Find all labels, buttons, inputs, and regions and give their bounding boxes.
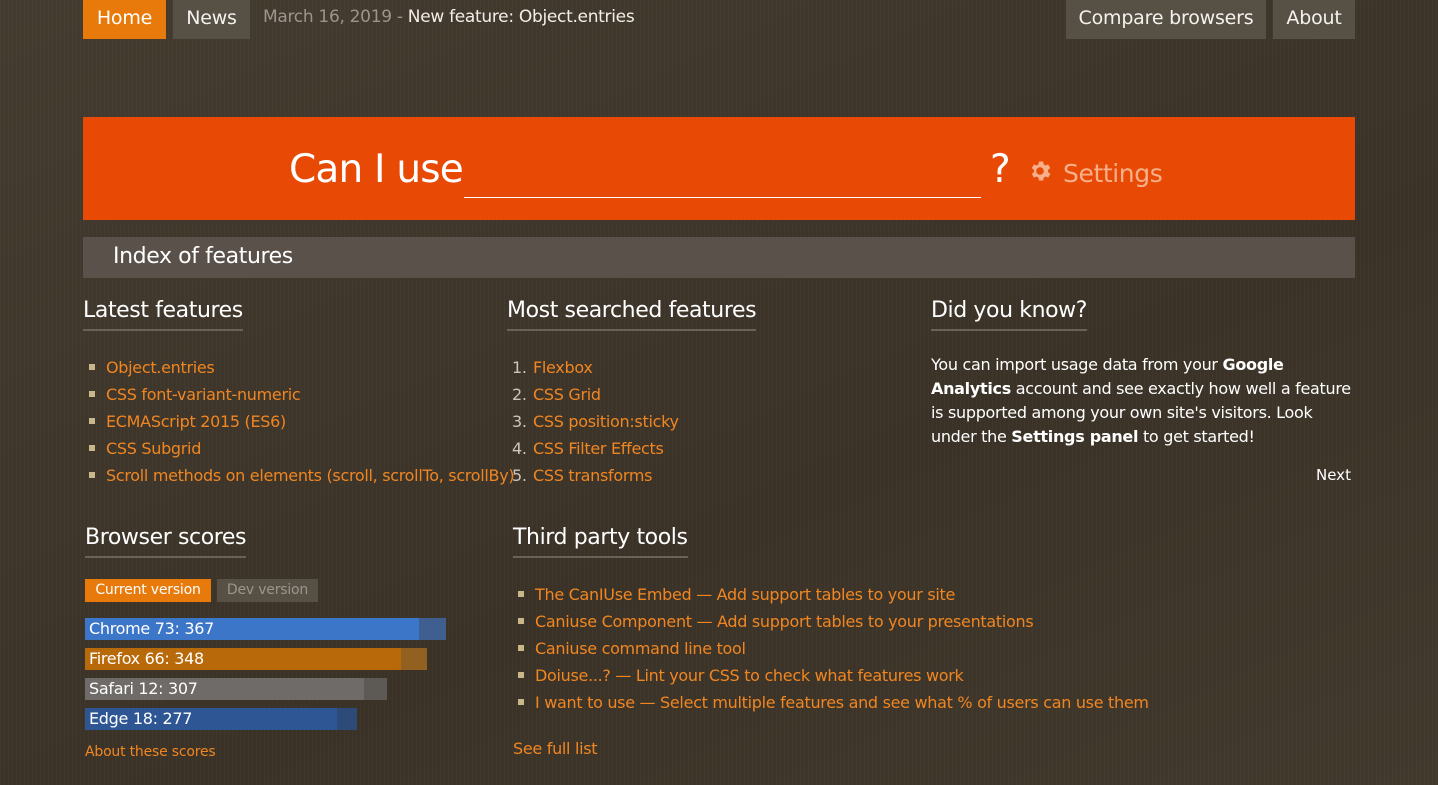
list-item: CSS Subgrid: [89, 435, 514, 462]
third-party-tool-link[interactable]: I want to use — Select multiple features…: [535, 693, 1149, 712]
list-item: 5. CSS transforms: [512, 462, 679, 489]
most-searched-link[interactable]: CSS transforms: [533, 466, 652, 485]
list-item: The CanIUse Embed — Add support tables t…: [518, 581, 1149, 608]
latest-feature-link[interactable]: CSS Subgrid: [106, 439, 201, 458]
index-of-features-bar[interactable]: Index of features: [83, 237, 1355, 278]
search-banner: Can I use ? Settings: [83, 117, 1355, 220]
nav-compare-browsers-button[interactable]: Compare browsers: [1066, 0, 1266, 39]
list-number: 3.: [512, 412, 527, 431]
latest-feature-link[interactable]: ECMAScript 2015 (ES6): [106, 412, 286, 431]
news-date: March 16, 2019: [263, 7, 392, 27]
list-item: Scroll methods on elements (scroll, scro…: [89, 462, 515, 489]
score-bar-edge[interactable]: Edge 18: 277: [85, 708, 357, 730]
bullet-icon: [89, 417, 95, 424]
score-label: Firefox 66: 348: [89, 649, 204, 668]
score-label: Safari 12: 307: [89, 679, 198, 698]
gear-icon: [1027, 158, 1053, 188]
score-label: Chrome 73: 367: [89, 619, 215, 638]
did-you-know-text-3: to get started!: [1138, 427, 1255, 446]
score-label: Edge 18: 277: [89, 709, 193, 728]
list-item: Caniuse command line tool: [518, 635, 1149, 662]
list-item: 4. CSS Filter Effects: [512, 435, 679, 462]
did-you-know-bold-2: Settings panel: [1011, 427, 1139, 446]
list-item: Caniuse Component — Add support tables t…: [518, 608, 1149, 635]
latest-feature-link[interactable]: CSS font-variant-numeric: [106, 385, 301, 404]
most-searched-link[interactable]: CSS Filter Effects: [533, 439, 664, 458]
bullet-icon: [89, 444, 95, 451]
news-separator: -: [391, 7, 408, 27]
third-party-tool-link[interactable]: Caniuse Component — Add support tables t…: [535, 612, 1034, 631]
list-item: Doiuse...? — Lint your CSS to check what…: [518, 662, 1149, 689]
settings-label: Settings: [1063, 158, 1163, 188]
most-searched-link[interactable]: CSS position:sticky: [533, 412, 679, 431]
most-searched-list: 1. Flexbox 2. CSS Grid 3. CSS position:stic…: [512, 354, 679, 489]
third-party-tool-link[interactable]: Caniuse command line tool: [535, 639, 746, 658]
list-item: ECMAScript 2015 (ES6): [89, 408, 514, 435]
see-full-list-link[interactable]: See full list: [513, 739, 598, 758]
most-searched-heading: Most searched features: [507, 298, 757, 331]
nav-about-button[interactable]: About: [1273, 0, 1355, 39]
latest-feature-link[interactable]: Scroll methods on elements (scroll, scro…: [106, 466, 515, 485]
about-scores-link[interactable]: About these scores: [85, 744, 216, 760]
score-bar-safari[interactable]: Safari 12: 307: [85, 678, 387, 700]
list-item: CSS font-variant-numeric: [89, 381, 514, 408]
list-item: 1. Flexbox: [512, 354, 679, 381]
tab-current-version[interactable]: Current version: [85, 579, 211, 602]
nav-news-button[interactable]: News: [173, 0, 250, 39]
score-bar-chrome[interactable]: Chrome 73: 367: [85, 618, 446, 640]
did-you-know-text: You can import usage data from your Goog…: [931, 353, 1351, 449]
list-item: Object.entries: [89, 354, 514, 381]
browser-scores-heading: Browser scores: [85, 525, 247, 558]
bullet-icon: [89, 471, 95, 478]
score-bar-firefox[interactable]: Firefox 66: 348: [85, 648, 427, 670]
list-number: 4.: [512, 439, 527, 458]
news-headline-link[interactable]: New feature: Object.entries: [408, 7, 635, 27]
list-number: 5.: [512, 466, 527, 485]
list-item: I want to use — Select multiple features…: [518, 689, 1149, 716]
third-party-tools-heading: Third party tools: [513, 525, 688, 558]
third-party-tools-list: The CanIUse Embed — Add support tables t…: [518, 581, 1149, 716]
did-you-know-next-link[interactable]: Next: [1316, 466, 1351, 484]
bullet-icon: [518, 644, 524, 651]
nav-home-button[interactable]: Home: [83, 0, 166, 39]
tab-dev-version[interactable]: Dev version: [217, 579, 318, 602]
index-of-features-title: Index of features: [113, 244, 293, 269]
did-you-know-heading: Did you know?: [931, 298, 1087, 331]
latest-features-list: Object.entries CSS font-variant-numeric …: [89, 354, 515, 489]
bullet-icon: [89, 390, 95, 397]
bullet-icon: [518, 590, 524, 597]
bullet-icon: [89, 363, 95, 370]
list-item: 2. CSS Grid: [512, 381, 679, 408]
list-number: 1.: [512, 358, 527, 377]
bullet-icon: [518, 698, 524, 705]
search-input[interactable]: [464, 157, 981, 198]
did-you-know-text-1: You can import usage data from your: [931, 355, 1223, 374]
news-ticker: March 16, 2019 - New feature: Object.ent…: [263, 7, 635, 27]
settings-button[interactable]: Settings: [1027, 157, 1163, 189]
third-party-tool-link[interactable]: The CanIUse Embed — Add support tables t…: [535, 585, 955, 604]
most-searched-link[interactable]: CSS Grid: [533, 385, 601, 404]
search-suffix-label: ?: [990, 147, 1011, 192]
most-searched-link[interactable]: Flexbox: [533, 358, 593, 377]
list-item: 3. CSS position:sticky: [512, 408, 679, 435]
third-party-tool-link[interactable]: Doiuse...? — Lint your CSS to check what…: [535, 666, 964, 685]
bullet-icon: [518, 671, 524, 678]
search-prefix-label: Can I use: [289, 147, 464, 192]
latest-features-heading: Latest features: [83, 298, 243, 331]
latest-feature-link[interactable]: Object.entries: [106, 358, 215, 377]
list-number: 2.: [512, 385, 527, 404]
bullet-icon: [518, 617, 524, 624]
